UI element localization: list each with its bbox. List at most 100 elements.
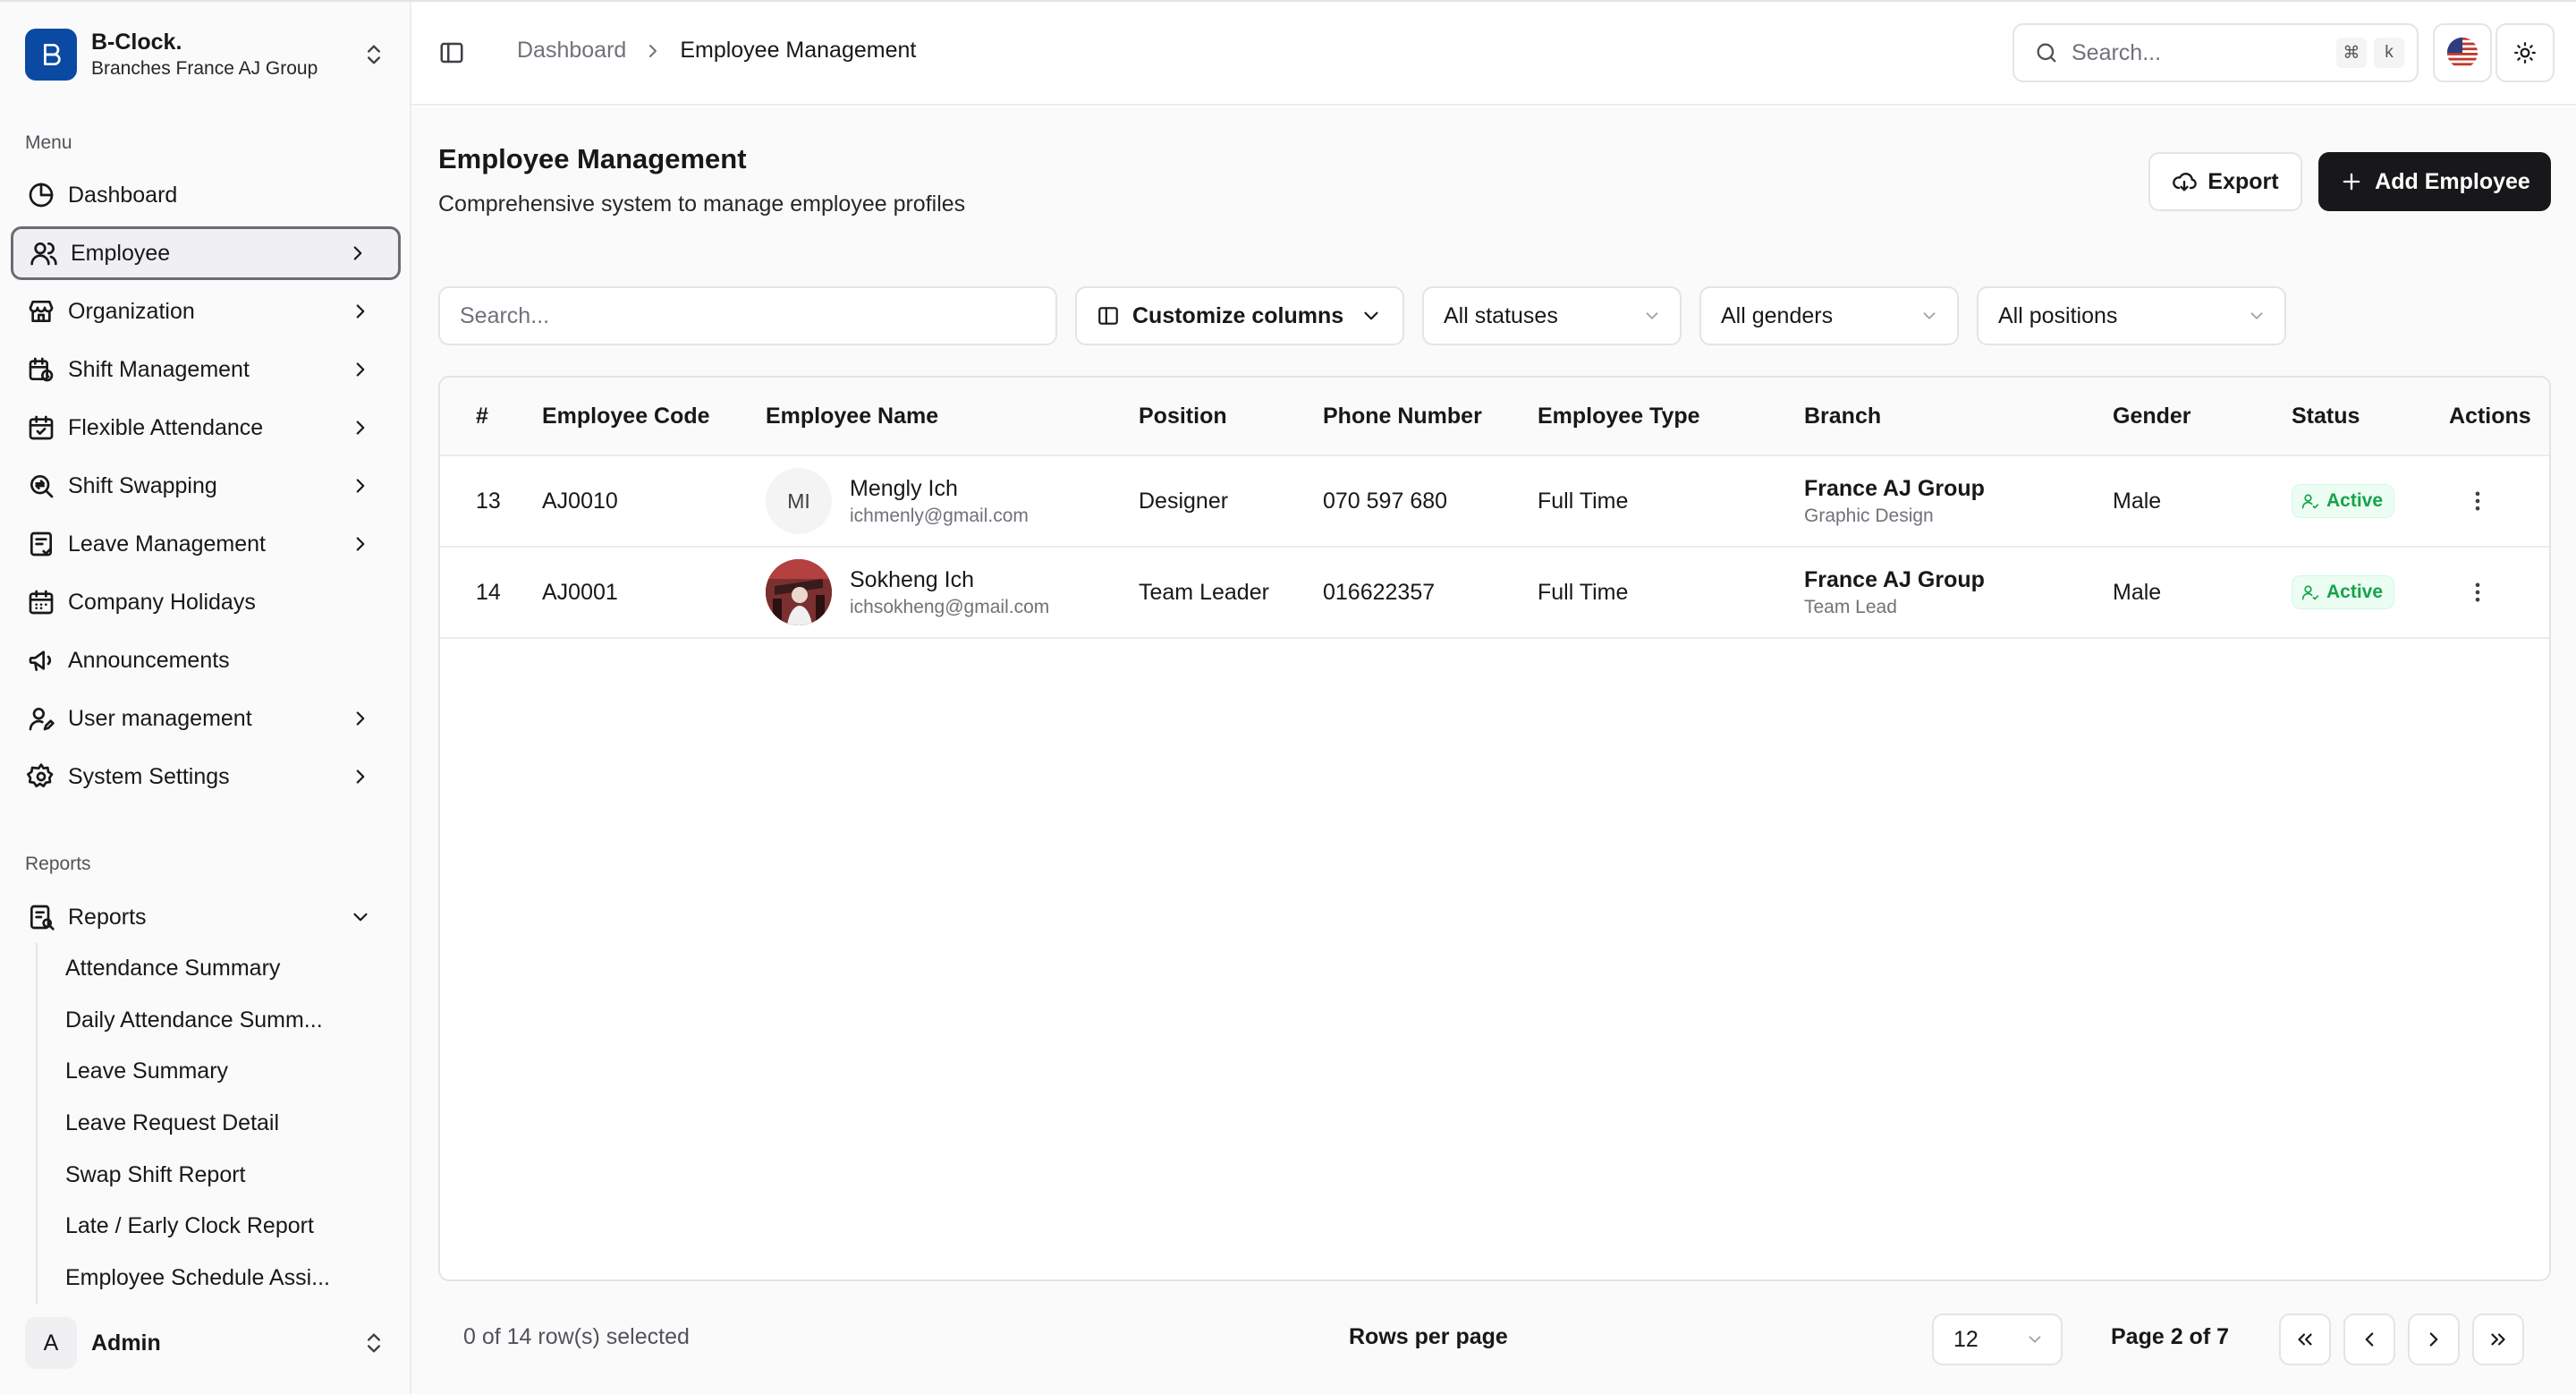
- chevron-right-icon: [353, 246, 362, 260]
- pie-chart-icon: [29, 183, 54, 208]
- main-nav: Dashboard Employee Organization Shift Ma…: [11, 168, 401, 808]
- column-header-gender[interactable]: Gender: [2113, 378, 2191, 455]
- sidebar-item-dashboard[interactable]: Dashboard: [11, 168, 401, 222]
- export-button[interactable]: Export: [2148, 152, 2302, 211]
- calendar-clock-icon: [29, 357, 54, 382]
- selected-rows-count: 0 of 14 row(s) selected: [463, 1324, 690, 1349]
- employee-type: Full Time: [1538, 488, 1629, 514]
- sidebar: B-Clock. Branches France AJ Group Menu D…: [0, 2, 411, 1394]
- chevron-right-icon: [649, 44, 657, 57]
- sidebar-item-flexible-attendance[interactable]: Flexible Attendance: [11, 401, 401, 455]
- sidebar-item-organization[interactable]: Organization: [11, 285, 401, 338]
- global-search[interactable]: Search... ⌘ k: [2012, 23, 2419, 82]
- topbar: Dashboard Employee Management Search... …: [411, 2, 2576, 106]
- submenu-item-swap-shift-report[interactable]: Swap Shift Report: [38, 1149, 394, 1201]
- chevron-left-icon: [2365, 1332, 2374, 1347]
- chevron-right-icon: [2429, 1332, 2438, 1347]
- employee-search-input[interactable]: Search...: [438, 286, 1057, 345]
- sidebar-item-label: Flexible Attendance: [68, 414, 264, 440]
- position-filter-value: All positions: [1998, 302, 2118, 328]
- employee-gender: Male: [2113, 579, 2162, 605]
- submenu-item-late-early-clock-report[interactable]: Late / Early Clock Report: [38, 1201, 394, 1253]
- table-row[interactable]: 13 AJ0010 MI Mengly Ich ichmenly@gmail.c…: [440, 456, 2549, 548]
- sidebar-toggle-icon[interactable]: [438, 39, 465, 66]
- menu-section-label: Menu: [25, 132, 72, 153]
- row-actions-cell: [2465, 456, 2490, 546]
- column-header-employee-type[interactable]: Employee Type: [1538, 378, 1700, 455]
- more-vertical-icon[interactable]: [2465, 489, 2490, 514]
- add-employee-button[interactable]: Add Employee: [2318, 152, 2551, 211]
- chevron-right-icon: [356, 421, 365, 435]
- column-header-status[interactable]: Status: [2292, 378, 2360, 455]
- last-page-button[interactable]: [2472, 1313, 2524, 1365]
- gender-filter-select[interactable]: All genders: [1699, 286, 1959, 345]
- column-header-number[interactable]: #: [476, 378, 488, 455]
- more-vertical-icon[interactable]: [2465, 580, 2490, 605]
- brand-logo-icon: [25, 29, 77, 81]
- status-label: Active: [2326, 490, 2384, 511]
- page-info: Page 2 of 7: [2111, 1324, 2229, 1349]
- shortcut-key-cmd: ⌘: [2336, 38, 2367, 68]
- position-filter-select[interactable]: All positions: [1977, 286, 2286, 345]
- theme-toggle-button[interactable]: [2496, 23, 2555, 82]
- sidebar-item-reports[interactable]: Reports: [11, 890, 401, 944]
- user-name: Admin: [91, 1330, 161, 1356]
- columns-icon: [1098, 307, 1118, 325]
- column-header-branch[interactable]: Branch: [1804, 378, 1881, 455]
- sidebar-item-shift-management[interactable]: Shift Management: [11, 343, 401, 396]
- main-content: Employee Management Comprehensive system…: [411, 107, 2576, 1394]
- employee-code: AJ0010: [542, 488, 618, 514]
- plus-icon: [2343, 173, 2360, 191]
- sidebar-item-label: Announcements: [68, 647, 230, 673]
- column-header-employee-code[interactable]: Employee Code: [542, 378, 710, 455]
- chevron-down-icon: [2250, 312, 2263, 319]
- rows-per-page-select[interactable]: 12: [1932, 1313, 2063, 1365]
- submenu-item-employee-schedule[interactable]: Employee Schedule Assi...: [38, 1253, 394, 1305]
- user-menu[interactable]: A Admin: [25, 1317, 386, 1369]
- previous-page-button[interactable]: [2343, 1313, 2395, 1365]
- sidebar-item-leave-management[interactable]: Leave Management: [11, 517, 401, 571]
- branch-name: France AJ Group: [1804, 475, 1985, 501]
- shortcut-key-k: k: [2374, 38, 2404, 68]
- breadcrumb: Dashboard Employee Management: [517, 38, 916, 64]
- employee-position: Team Leader: [1139, 579, 1269, 605]
- column-header-phone-number[interactable]: Phone Number: [1323, 378, 1482, 455]
- employee-branch-cell: France AJ Group Team Lead: [1804, 548, 1985, 637]
- us-flag-icon: [2446, 37, 2479, 69]
- submenu-item-attendance-summary[interactable]: Attendance Summary: [38, 943, 394, 995]
- sun-icon: [2514, 42, 2536, 64]
- gear-icon: [27, 763, 54, 787]
- customize-columns-button[interactable]: Customize columns: [1075, 286, 1404, 345]
- next-page-button[interactable]: [2408, 1313, 2460, 1365]
- chevrons-up-down-icon[interactable]: [361, 42, 386, 67]
- first-page-button[interactable]: [2279, 1313, 2331, 1365]
- sidebar-item-system-settings[interactable]: System Settings: [11, 750, 401, 803]
- sidebar-item-label: Leave Management: [68, 531, 266, 557]
- status-label: Active: [2326, 582, 2384, 602]
- status-cell: Active: [2292, 456, 2395, 546]
- submenu-item-daily-attendance-summary[interactable]: Daily Attendance Summ...: [38, 995, 394, 1047]
- submenu-item-leave-request-detail[interactable]: Leave Request Detail: [38, 1098, 394, 1150]
- sidebar-item-label: Shift Swapping: [68, 472, 217, 498]
- column-header-position[interactable]: Position: [1139, 378, 1227, 455]
- table-row[interactable]: 14 AJ0001 Sokheng Ich ichsokheng@gmail.c…: [440, 548, 2549, 639]
- sidebar-item-shift-swapping[interactable]: Shift Swapping: [11, 459, 401, 513]
- status-filter-select[interactable]: All statuses: [1422, 286, 1682, 345]
- profile-photo-icon: [766, 559, 832, 625]
- sidebar-item-user-management[interactable]: User management: [11, 692, 401, 745]
- gender-filter-value: All genders: [1721, 302, 1834, 328]
- sidebar-item-company-holidays[interactable]: Company Holidays: [11, 575, 401, 629]
- employee-phone: 070 597 680: [1323, 488, 1448, 514]
- sidebar-item-announcements[interactable]: Announcements: [11, 633, 401, 687]
- row-actions-cell: [2465, 548, 2490, 637]
- status-badge: Active: [2292, 575, 2395, 609]
- submenu-item-leave-summary[interactable]: Leave Summary: [38, 1046, 394, 1098]
- language-button[interactable]: [2433, 23, 2492, 82]
- breadcrumb-dashboard[interactable]: Dashboard: [517, 38, 626, 64]
- page-subtitle: Comprehensive system to manage employee …: [438, 191, 966, 217]
- brand-switcher[interactable]: B-Clock. Branches France AJ Group: [25, 27, 386, 82]
- employee-search-placeholder: Search...: [460, 302, 550, 328]
- column-header-employee-name[interactable]: Employee Name: [766, 378, 938, 455]
- sidebar-item-employee[interactable]: Employee: [11, 226, 401, 280]
- row-number: 14: [476, 579, 501, 605]
